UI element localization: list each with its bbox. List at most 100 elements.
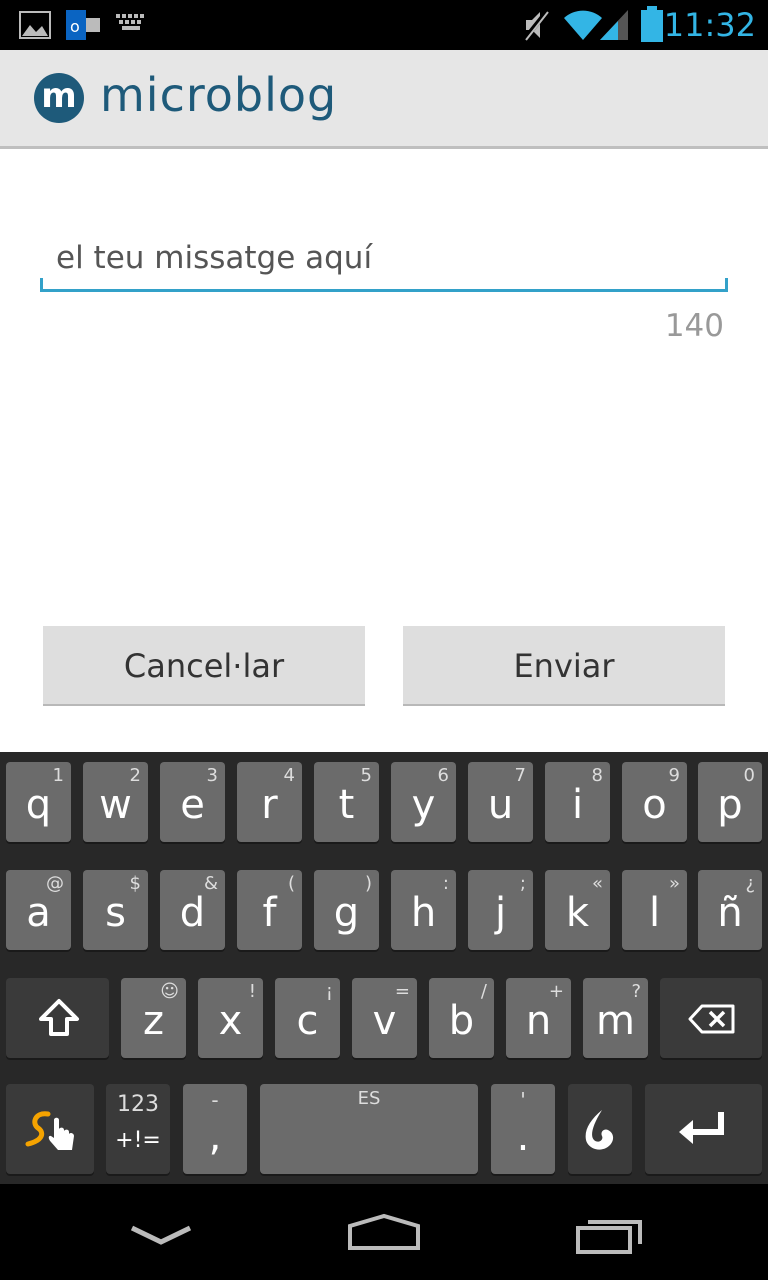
key-label: p [717,782,743,828]
key-label: r [261,782,278,828]
key-label: k [565,890,590,936]
key-w[interactable]: 2w [83,762,148,842]
outlook-icon: o [66,10,102,44]
key-label: z [143,998,164,1044]
key-label: c [296,998,319,1044]
key-d[interactable]: & d [160,870,225,950]
backspace-icon [688,1004,735,1034]
backspace-key[interactable] [660,978,762,1058]
wifi-icon [562,6,604,46]
key-label: a [26,890,51,936]
key-k[interactable]: «k [545,870,610,950]
key-e[interactable]: 3e [160,762,225,842]
period-sub-label: ' [520,1088,526,1112]
key-label: u [487,782,514,828]
key-n-tilde[interactable]: ¿ ñ [698,870,762,950]
comma-label: , [208,1114,222,1160]
key-m[interactable]: ? m [583,978,648,1058]
key-c[interactable]: ¡ c [275,978,340,1058]
key-a[interactable]: @ a [6,870,71,950]
key-x[interactable]: ! x [198,978,263,1058]
shift-arrow-icon [39,999,79,1036]
key-label: y [411,782,436,828]
battery-icon [640,6,664,48]
char-counter: 140 [664,308,724,344]
app-logo-icon[interactable]: m [34,73,84,123]
input-underline [40,289,728,292]
key-label: d [179,890,206,936]
key-f[interactable]: (f [237,870,302,950]
back-chevron-icon[interactable] [130,1224,192,1248]
recents-icon[interactable] [574,1216,646,1256]
enter-arrow-icon [679,1112,724,1144]
key-i[interactable]: 8i [545,762,610,842]
key-label: q [25,782,52,828]
key-p[interactable]: 0p [698,762,762,842]
key-label: i [571,782,584,828]
image-icon [18,10,52,44]
key-s[interactable]: $ s [83,870,148,950]
input-underline-right-tick [725,278,728,292]
enter-key[interactable] [645,1084,762,1174]
cancel-button[interactable]: Cancel·lar [43,626,365,706]
key-label: f [262,890,277,936]
key-o[interactable]: 9o [622,762,687,842]
key-z[interactable]: ☺ z [121,978,186,1058]
soft-keyboard: 1q 2w 3e 4r 5t 6y 7u 8i 9o 0p @ a $ s & d (… [0,752,768,1184]
mute-icon [522,8,552,46]
message-placeholder: el teu missatge aquí [56,240,373,276]
period-key[interactable]: ' . [491,1084,555,1174]
key-label: n [525,998,552,1044]
key-label: x [218,998,243,1044]
key-y[interactable]: 6y [391,762,456,842]
shift-key[interactable] [6,978,109,1058]
space-language-label: ES [357,1088,381,1109]
swype-icon [25,1111,74,1150]
key-label: t [338,782,355,828]
signal-icon [600,8,630,46]
comma-key[interactable]: - , [183,1084,247,1174]
key-label: e [180,782,205,828]
symbols-key[interactable]: 123 +!= [106,1084,170,1174]
dragon-voice-key[interactable] [568,1084,632,1174]
key-label: w [99,782,132,828]
symbols-key-top-label: 123 [117,1092,159,1117]
symbols-key-bottom-label: +!= [115,1128,161,1153]
key-label: b [448,998,475,1044]
navigation-bar [0,1184,768,1280]
status-bar: o 11:32 [0,0,768,50]
key-l[interactable]: » l [622,870,687,950]
key-label: g [333,890,360,936]
keyboard-icon [116,14,150,40]
key-b[interactable]: / b [429,978,494,1058]
key-label: l [648,890,661,936]
space-key[interactable]: ES [260,1084,478,1174]
app-bar: m microblog [0,50,768,149]
key-label: ñ [717,890,743,936]
key-u[interactable]: 7u [468,762,533,842]
clock: 11:32 [663,6,756,44]
key-label: h [410,890,437,936]
home-icon[interactable] [346,1212,422,1252]
key-q[interactable]: 1q [6,762,71,842]
key-j[interactable]: ; j [468,870,533,950]
key-v[interactable]: = v [352,978,417,1058]
key-r[interactable]: 4r [237,762,302,842]
key-label: j [494,890,507,936]
key-h[interactable]: :h [391,870,456,950]
key-label: v [372,998,397,1044]
input-underline-left-tick [40,278,43,292]
key-t[interactable]: 5t [314,762,379,842]
app-title: microblog [100,68,338,122]
key-g[interactable]: ) g [314,870,379,950]
send-button[interactable]: Enviar [403,626,725,706]
key-label: o [642,782,667,828]
period-label: . [516,1114,530,1160]
message-input[interactable]: el teu missatge aquí [40,230,728,292]
key-n[interactable]: + n [506,978,571,1058]
svg-text:o: o [70,17,80,36]
key-label: m [596,998,635,1044]
dragon-voice-icon [585,1110,614,1150]
comma-sub-label: - [211,1088,219,1112]
swype-key[interactable] [6,1084,94,1174]
